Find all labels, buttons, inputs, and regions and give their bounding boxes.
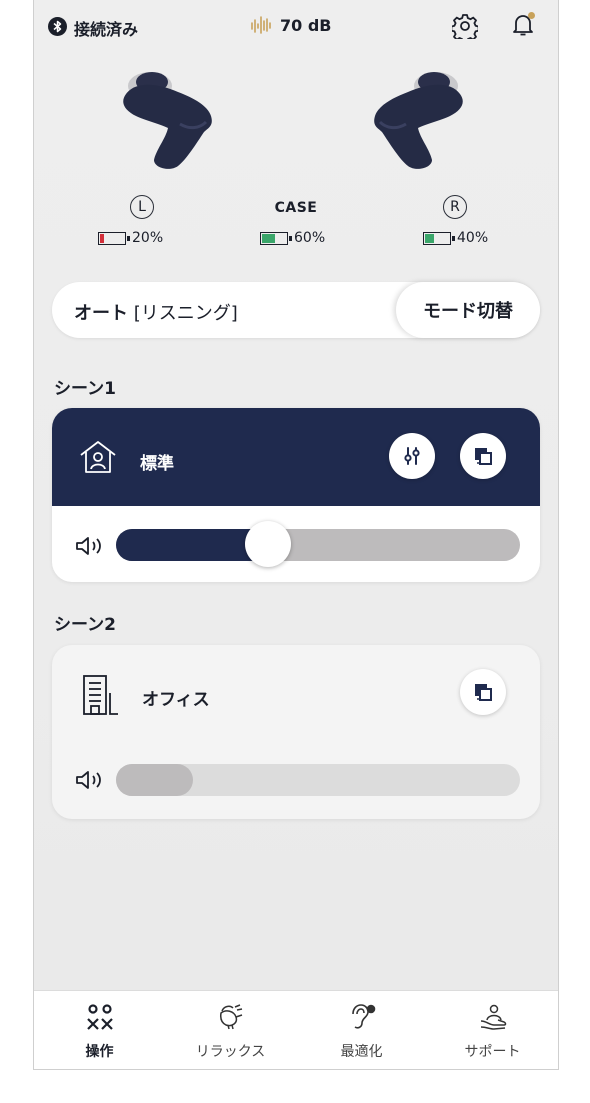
scene1-name: 標準	[140, 454, 174, 474]
control-icon	[85, 1003, 115, 1035]
nav-label: サポート	[464, 1044, 521, 1060]
right-battery: 40%	[423, 230, 488, 246]
copy-scene-button[interactable]	[460, 669, 506, 715]
case-battery: 60%	[260, 230, 325, 246]
ear-icon	[347, 1003, 377, 1035]
noise-level-indicator[interactable]: 70 dB	[250, 15, 331, 35]
scene2-volume-slider[interactable]	[116, 764, 520, 796]
left-label: L	[130, 195, 154, 219]
bird-icon	[216, 1003, 246, 1035]
app-screen: 接続済み 70 dB L CASE R 20% 60% 40% オート [リスニ…	[33, 0, 559, 1070]
volume-thumb[interactable]	[245, 521, 291, 567]
status-bar: 接続済み 70 dB	[34, 0, 558, 56]
notification-dot	[528, 12, 535, 19]
scene2-card[interactable]: オフィス	[52, 645, 540, 819]
copy-icon	[475, 448, 492, 465]
nav-item-relax[interactable]: リラックス	[165, 991, 296, 1069]
mode-bar: オート [リスニング] モード切替	[52, 282, 540, 338]
battery-icon	[423, 231, 455, 245]
nav-label: リラックス	[195, 1044, 266, 1060]
noise-level-value: 70 dB	[280, 15, 332, 35]
left-earbud-image	[116, 64, 226, 178]
home-icon	[78, 439, 118, 479]
copy-icon	[475, 684, 492, 701]
nav-label: 操作	[85, 1044, 114, 1060]
speaker-icon	[74, 769, 104, 795]
bottom-nav: 操作 リラックス 最適化 サポート	[34, 990, 558, 1069]
case-battery-value: 60%	[294, 230, 326, 246]
scene2-title: シーン2	[54, 615, 116, 635]
scene1-title: シーン1	[54, 379, 116, 399]
case-title: CASE	[274, 200, 318, 216]
scene2-name: オフィス	[142, 690, 210, 710]
building-icon	[80, 673, 120, 721]
equalizer-button[interactable]	[389, 433, 435, 479]
right-label: R	[443, 195, 467, 219]
equalizer-icon	[404, 447, 420, 465]
right-symbol: R	[443, 195, 467, 219]
nav-label: 最適化	[340, 1044, 383, 1060]
left-symbol: L	[130, 195, 154, 219]
right-battery-value: 40%	[457, 230, 489, 246]
left-battery: 20%	[98, 230, 163, 246]
mode-sub: [リスニング]	[133, 303, 238, 324]
nav-item-optimize[interactable]: 最適化	[296, 991, 427, 1069]
speaker-icon	[74, 535, 104, 561]
copy-scene-button[interactable]	[460, 433, 506, 479]
mode-switch-button[interactable]: モード切替	[396, 282, 540, 338]
sound-level-icon	[251, 16, 271, 34]
nav-item-support[interactable]: サポート	[427, 991, 558, 1069]
scene1-card[interactable]: 標準	[52, 408, 540, 582]
connection-status: 接続済み	[74, 20, 139, 39]
right-earbud-image	[360, 64, 470, 178]
battery-icon	[260, 231, 292, 245]
nav-item-control[interactable]: 操作	[34, 991, 165, 1069]
scene1-header: 標準	[52, 408, 540, 506]
left-battery-value: 20%	[132, 230, 164, 246]
scene1-volume-slider[interactable]	[116, 521, 520, 567]
gear-icon[interactable]	[450, 13, 480, 44]
mode-name: オート	[74, 303, 128, 324]
current-mode: オート [リスニング]	[74, 299, 238, 325]
volume-fill	[116, 764, 193, 796]
battery-icon	[98, 231, 130, 245]
bluetooth-icon	[48, 17, 67, 36]
case-label: CASE	[261, 197, 331, 216]
support-icon	[478, 1003, 508, 1035]
